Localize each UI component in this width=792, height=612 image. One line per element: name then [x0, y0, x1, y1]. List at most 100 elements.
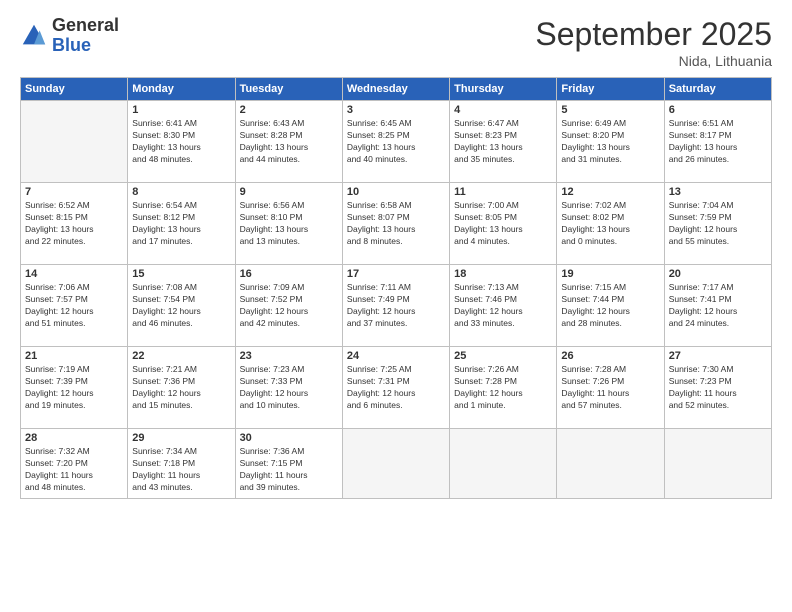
day-info: Sunrise: 6:43 AMSunset: 8:28 PMDaylight:…: [240, 118, 338, 166]
day-cell: [664, 429, 771, 499]
day-info: Sunrise: 7:30 AMSunset: 7:23 PMDaylight:…: [669, 364, 767, 412]
day-info: Sunrise: 6:41 AMSunset: 8:30 PMDaylight:…: [132, 118, 230, 166]
day-cell: 11 Sunrise: 7:00 AMSunset: 8:05 PMDayligh…: [450, 183, 557, 265]
day-info: Sunrise: 7:15 AMSunset: 7:44 PMDaylight:…: [561, 282, 659, 330]
logo-icon: [20, 22, 48, 50]
day-info: Sunrise: 7:21 AMSunset: 7:36 PMDaylight:…: [132, 364, 230, 412]
logo: General Blue: [20, 16, 119, 56]
day-cell: 1 Sunrise: 6:41 AMSunset: 8:30 PMDaylight…: [128, 101, 235, 183]
day-info: Sunrise: 7:11 AMSunset: 7:49 PMDaylight:…: [347, 282, 445, 330]
calendar-table: Sunday Monday Tuesday Wednesday Thursday…: [20, 77, 772, 499]
day-cell: 7 Sunrise: 6:52 AMSunset: 8:15 PMDaylight…: [21, 183, 128, 265]
col-wednesday: Wednesday: [342, 78, 449, 101]
day-cell: 9 Sunrise: 6:56 AMSunset: 8:10 PMDaylight…: [235, 183, 342, 265]
day-cell: 18Sunrise: 7:13 AMSunset: 7:46 PMDayligh…: [450, 265, 557, 347]
day-info: Sunrise: 6:52 AMSunset: 8:15 PMDaylight:…: [25, 200, 123, 248]
day-number: 5: [561, 104, 659, 116]
day-number: 24: [347, 350, 445, 362]
day-info: Sunrise: 6:45 AMSunset: 8:25 PMDaylight:…: [347, 118, 445, 166]
day-info: Sunrise: 7:36 AMSunset: 7:15 PMDaylight:…: [240, 446, 338, 494]
logo-blue: Blue: [52, 35, 91, 55]
day-number: 28: [25, 432, 123, 444]
day-cell: 27 Sunrise: 7:30 AMSunset: 7:23 PMDayligh…: [664, 347, 771, 429]
day-cell: 3 Sunrise: 6:45 AMSunset: 8:25 PMDaylight…: [342, 101, 449, 183]
day-number: 27: [669, 350, 767, 362]
day-info: Sunrise: 7:34 AMSunset: 7:18 PMDaylight:…: [132, 446, 230, 494]
day-info: Sunrise: 7:13 AMSunset: 7:46 PMDaylight:…: [454, 282, 552, 330]
day-cell: 30 Sunrise: 7:36 AMSunset: 7:15 PMDayligh…: [235, 429, 342, 499]
day-cell: [21, 101, 128, 183]
day-number: 8: [132, 186, 230, 198]
day-info: Sunrise: 6:51 AMSunset: 8:17 PMDaylight:…: [669, 118, 767, 166]
day-number: 22: [132, 350, 230, 362]
day-number: 3: [347, 104, 445, 116]
logo-text: General Blue: [52, 16, 119, 56]
day-info: Sunrise: 7:23 AMSunset: 7:33 PMDaylight:…: [240, 364, 338, 412]
col-sunday: Sunday: [21, 78, 128, 101]
day-cell: [450, 429, 557, 499]
day-number: 23: [240, 350, 338, 362]
day-info: Sunrise: 7:32 AMSunset: 7:20 PMDaylight:…: [25, 446, 123, 494]
day-info: Sunrise: 7:06 AMSunset: 7:57 PMDaylight:…: [25, 282, 123, 330]
day-number: 9: [240, 186, 338, 198]
day-cell: 21Sunrise: 7:19 AMSunset: 7:39 PMDayligh…: [21, 347, 128, 429]
day-cell: 29Sunrise: 7:34 AMSunset: 7:18 PMDayligh…: [128, 429, 235, 499]
day-info: Sunrise: 7:00 AMSunset: 8:05 PMDaylight:…: [454, 200, 552, 248]
day-cell: [342, 429, 449, 499]
week-row-4: 28 Sunrise: 7:32 AMSunset: 7:20 PMDayligh…: [21, 429, 772, 499]
col-monday: Monday: [128, 78, 235, 101]
day-number: 11: [454, 186, 552, 198]
day-cell: 17 Sunrise: 7:11 AMSunset: 7:49 PMDayligh…: [342, 265, 449, 347]
day-cell: 4 Sunrise: 6:47 AMSunset: 8:23 PMDaylight…: [450, 101, 557, 183]
day-number: 10: [347, 186, 445, 198]
col-tuesday: Tuesday: [235, 78, 342, 101]
day-info: Sunrise: 6:54 AMSunset: 8:12 PMDaylight:…: [132, 200, 230, 248]
day-number: 20: [669, 268, 767, 280]
day-cell: 25 Sunrise: 7:26 AMSunset: 7:28 PMDayligh…: [450, 347, 557, 429]
title-block: September 2025 Nida, Lithuania: [535, 16, 772, 69]
day-info: Sunrise: 7:26 AMSunset: 7:28 PMDaylight:…: [454, 364, 552, 412]
day-cell: 22 Sunrise: 7:21 AMSunset: 7:36 PMDayligh…: [128, 347, 235, 429]
day-info: Sunrise: 6:49 AMSunset: 8:20 PMDaylight:…: [561, 118, 659, 166]
day-info: Sunrise: 6:47 AMSunset: 8:23 PMDaylight:…: [454, 118, 552, 166]
day-number: 26: [561, 350, 659, 362]
day-cell: 10 Sunrise: 6:58 AMSunset: 8:07 PMDayligh…: [342, 183, 449, 265]
day-info: Sunrise: 7:28 AMSunset: 7:26 PMDaylight:…: [561, 364, 659, 412]
day-number: 4: [454, 104, 552, 116]
day-info: Sunrise: 6:58 AMSunset: 8:07 PMDaylight:…: [347, 200, 445, 248]
day-cell: 16Sunrise: 7:09 AMSunset: 7:52 PMDayligh…: [235, 265, 342, 347]
day-cell: 24Sunrise: 7:25 AMSunset: 7:31 PMDayligh…: [342, 347, 449, 429]
col-thursday: Thursday: [450, 78, 557, 101]
page: General Blue September 2025 Nida, Lithua…: [0, 0, 792, 612]
day-cell: 8 Sunrise: 6:54 AMSunset: 8:12 PMDaylight…: [128, 183, 235, 265]
month-title: September 2025: [535, 16, 772, 53]
day-number: 30: [240, 432, 338, 444]
day-cell: 12 Sunrise: 7:02 AMSunset: 8:02 PMDayligh…: [557, 183, 664, 265]
day-cell: 13Sunrise: 7:04 AMSunset: 7:59 PMDayligh…: [664, 183, 771, 265]
day-info: Sunrise: 7:09 AMSunset: 7:52 PMDaylight:…: [240, 282, 338, 330]
day-number: 17: [347, 268, 445, 280]
day-cell: 26 Sunrise: 7:28 AMSunset: 7:26 PMDayligh…: [557, 347, 664, 429]
day-cell: 2 Sunrise: 6:43 AMSunset: 8:28 PMDaylight…: [235, 101, 342, 183]
day-number: 1: [132, 104, 230, 116]
day-info: Sunrise: 7:02 AMSunset: 8:02 PMDaylight:…: [561, 200, 659, 248]
day-info: Sunrise: 7:08 AMSunset: 7:54 PMDaylight:…: [132, 282, 230, 330]
day-number: 7: [25, 186, 123, 198]
day-cell: 19Sunrise: 7:15 AMSunset: 7:44 PMDayligh…: [557, 265, 664, 347]
day-cell: 28 Sunrise: 7:32 AMSunset: 7:20 PMDayligh…: [21, 429, 128, 499]
day-number: 2: [240, 104, 338, 116]
header: General Blue September 2025 Nida, Lithua…: [20, 16, 772, 69]
day-cell: [557, 429, 664, 499]
day-cell: 14Sunrise: 7:06 AMSunset: 7:57 PMDayligh…: [21, 265, 128, 347]
day-info: Sunrise: 6:56 AMSunset: 8:10 PMDaylight:…: [240, 200, 338, 248]
day-number: 12: [561, 186, 659, 198]
day-number: 25: [454, 350, 552, 362]
day-cell: 6Sunrise: 6:51 AMSunset: 8:17 PMDaylight…: [664, 101, 771, 183]
header-row: Sunday Monday Tuesday Wednesday Thursday…: [21, 78, 772, 101]
col-friday: Friday: [557, 78, 664, 101]
week-row-3: 21Sunrise: 7:19 AMSunset: 7:39 PMDayligh…: [21, 347, 772, 429]
day-number: 15: [132, 268, 230, 280]
logo-general: General: [52, 15, 119, 35]
day-info: Sunrise: 7:17 AMSunset: 7:41 PMDaylight:…: [669, 282, 767, 330]
day-cell: 23 Sunrise: 7:23 AMSunset: 7:33 PMDayligh…: [235, 347, 342, 429]
